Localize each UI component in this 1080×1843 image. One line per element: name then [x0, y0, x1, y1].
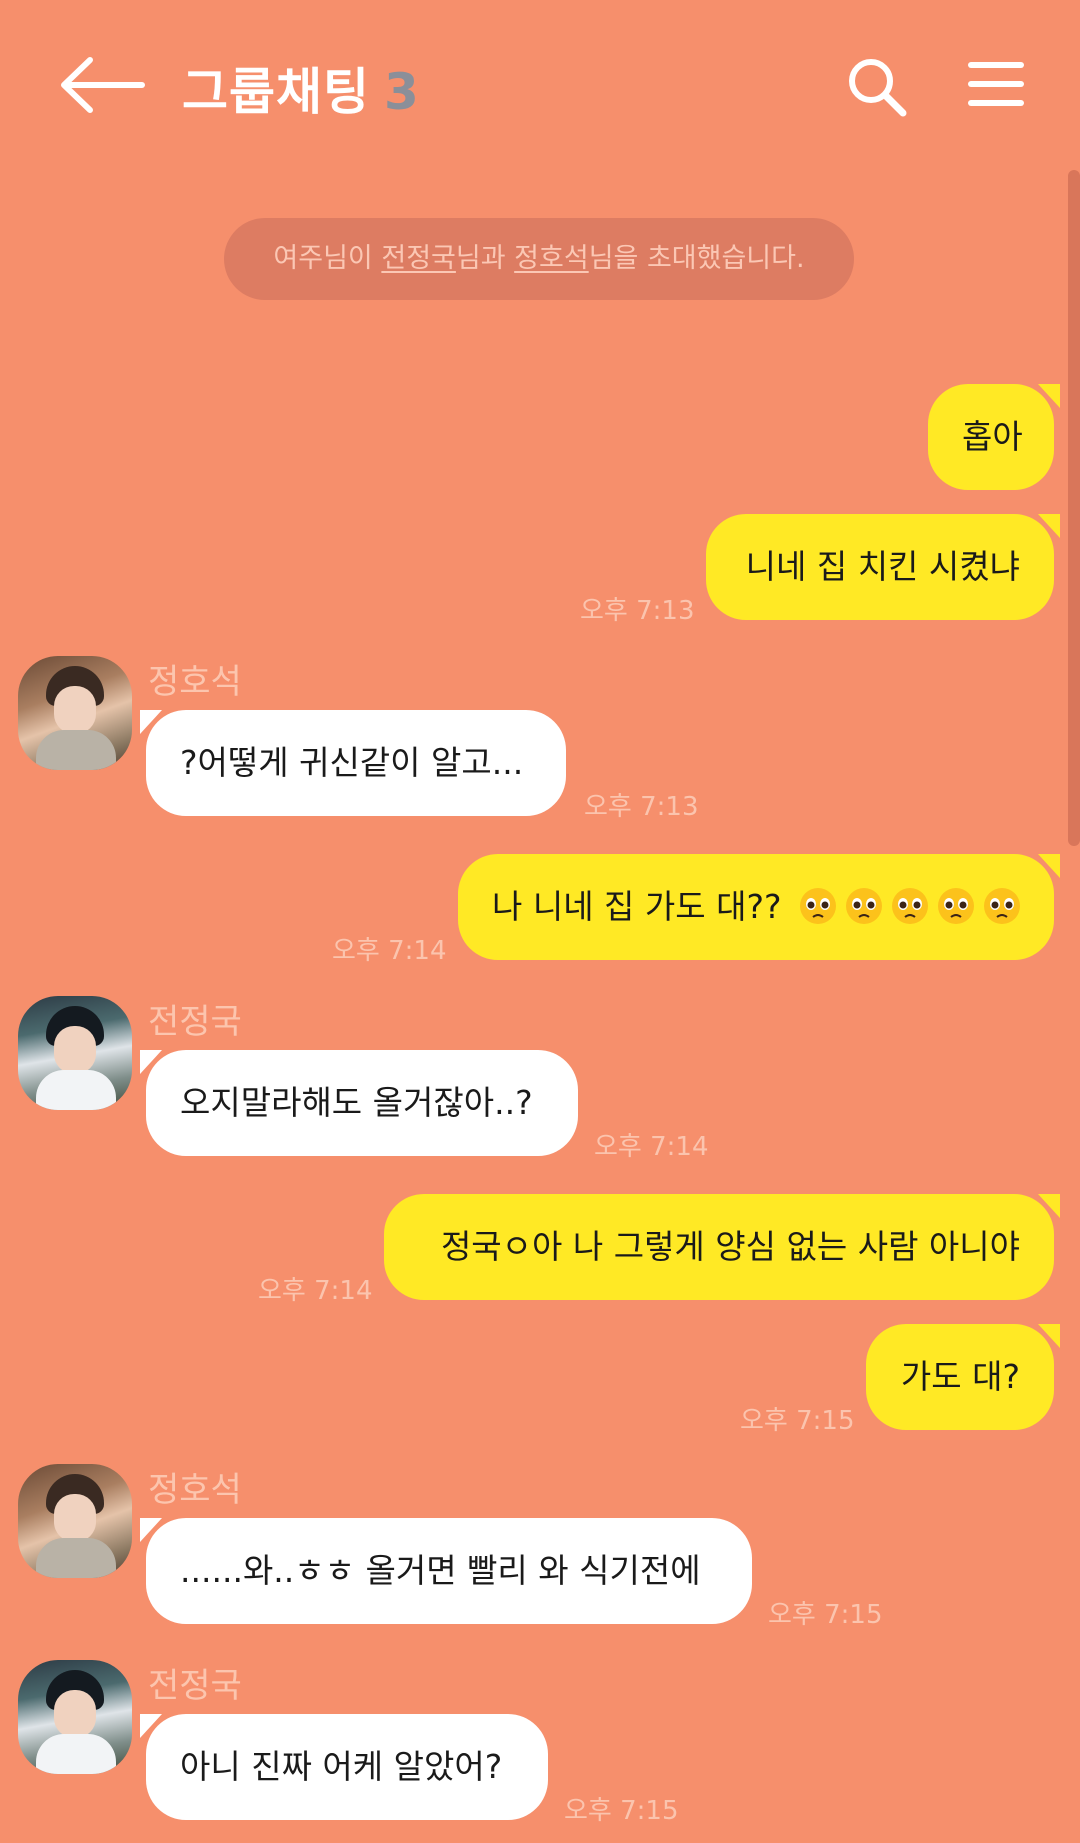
other-message-bubble[interactable]: 아니 진짜 어케 알았어? — [140, 1714, 548, 1820]
invited-user-link[interactable]: 전정국 — [381, 243, 456, 274]
message-text: 가도 대? — [900, 1357, 1020, 1396]
my-message-bubble[interactable]: 정국ㅇ아 나 그렇게 양심 없는 사람 아니야 — [384, 1194, 1060, 1300]
search-button[interactable] — [846, 56, 908, 118]
search-icon — [849, 59, 907, 117]
invited-user-link[interactable]: 정호석 — [514, 243, 589, 274]
pleading-face-icon — [800, 888, 837, 924]
message-text: 나 니네 집 가도 대?? — [492, 887, 782, 926]
message-text: 정국ㅇ아 나 그렇게 양심 없는 사람 아니야 — [440, 1227, 1020, 1266]
sender-name: 전정국 — [148, 1002, 242, 1042]
my-message-bubble[interactable]: 가도 대? — [866, 1324, 1060, 1430]
message-time: 오후 7:14 — [258, 1276, 373, 1306]
other-message-bubble[interactable]: ......와..ㅎㅎ 올거면 빨리 와 식기전에 — [140, 1518, 752, 1624]
other-message-bubble[interactable]: 오지말라해도 올거잖아..? — [140, 1050, 578, 1156]
avatar[interactable] — [18, 1660, 132, 1774]
chat-title: 그룹채팅 3 — [182, 52, 420, 124]
message-text: 아니 진짜 어케 알았어? — [180, 1747, 503, 1786]
message-text: 홉아 — [962, 417, 1023, 456]
back-button[interactable] — [58, 56, 148, 114]
message-time: 오후 7:14 — [332, 936, 447, 966]
avatar[interactable] — [18, 996, 132, 1110]
avatar[interactable] — [18, 656, 132, 770]
system-invite-message: 여주님이 전정국님과 정호석님을 초대했습니다. — [224, 218, 854, 300]
message-time: 오후 7:14 — [594, 1132, 709, 1162]
menu-button[interactable] — [968, 60, 1024, 108]
emoji-group — [782, 887, 1023, 926]
hamburger-menu-icon — [968, 62, 1024, 106]
message-text: ......와..ㅎㅎ 올거면 빨리 와 식기전에 — [180, 1551, 701, 1590]
message-time: 오후 7:13 — [584, 792, 699, 822]
pleading-face-icon — [938, 888, 975, 924]
pleading-face-icon — [984, 888, 1021, 924]
avatar[interactable] — [18, 1464, 132, 1578]
arrow-left-icon — [61, 57, 145, 113]
message-text: ?어떻게 귀신같이 알고... — [180, 743, 524, 782]
pleading-face-icon — [846, 888, 883, 924]
my-message-bubble[interactable]: 니네 집 치킨 시켰냐 — [706, 514, 1060, 620]
other-message-bubble[interactable]: ?어떻게 귀신같이 알고... — [140, 710, 566, 816]
sender-name: 정호석 — [148, 662, 242, 702]
my-message-bubble[interactable]: 나 니네 집 가도 대?? — [458, 854, 1060, 960]
message-text: 니네 집 치킨 시켰냐 — [745, 547, 1020, 586]
message-time: 오후 7:13 — [580, 596, 695, 626]
system-message-suffix: 님을 초대했습니다. — [588, 243, 805, 274]
my-message-bubble[interactable]: 홉아 — [928, 384, 1060, 490]
system-message-mid: 님과 — [455, 243, 515, 274]
message-time: 오후 7:15 — [740, 1406, 855, 1436]
chat-title-text: 그룹채팅 — [182, 63, 370, 121]
chat-scrollbar[interactable] — [1068, 170, 1080, 846]
sender-name: 전정국 — [148, 1666, 242, 1706]
message-time: 오후 7:15 — [564, 1796, 679, 1826]
system-message-prefix: 여주님이 — [273, 243, 382, 274]
message-time: 오후 7:15 — [768, 1600, 883, 1630]
sender-name: 정호석 — [148, 1470, 242, 1510]
message-text: 오지말라해도 올거잖아..? — [180, 1083, 533, 1122]
chat-header: 그룹채팅 3 — [0, 0, 1080, 170]
pleading-face-icon — [892, 888, 929, 924]
member-count: 3 — [384, 63, 420, 121]
